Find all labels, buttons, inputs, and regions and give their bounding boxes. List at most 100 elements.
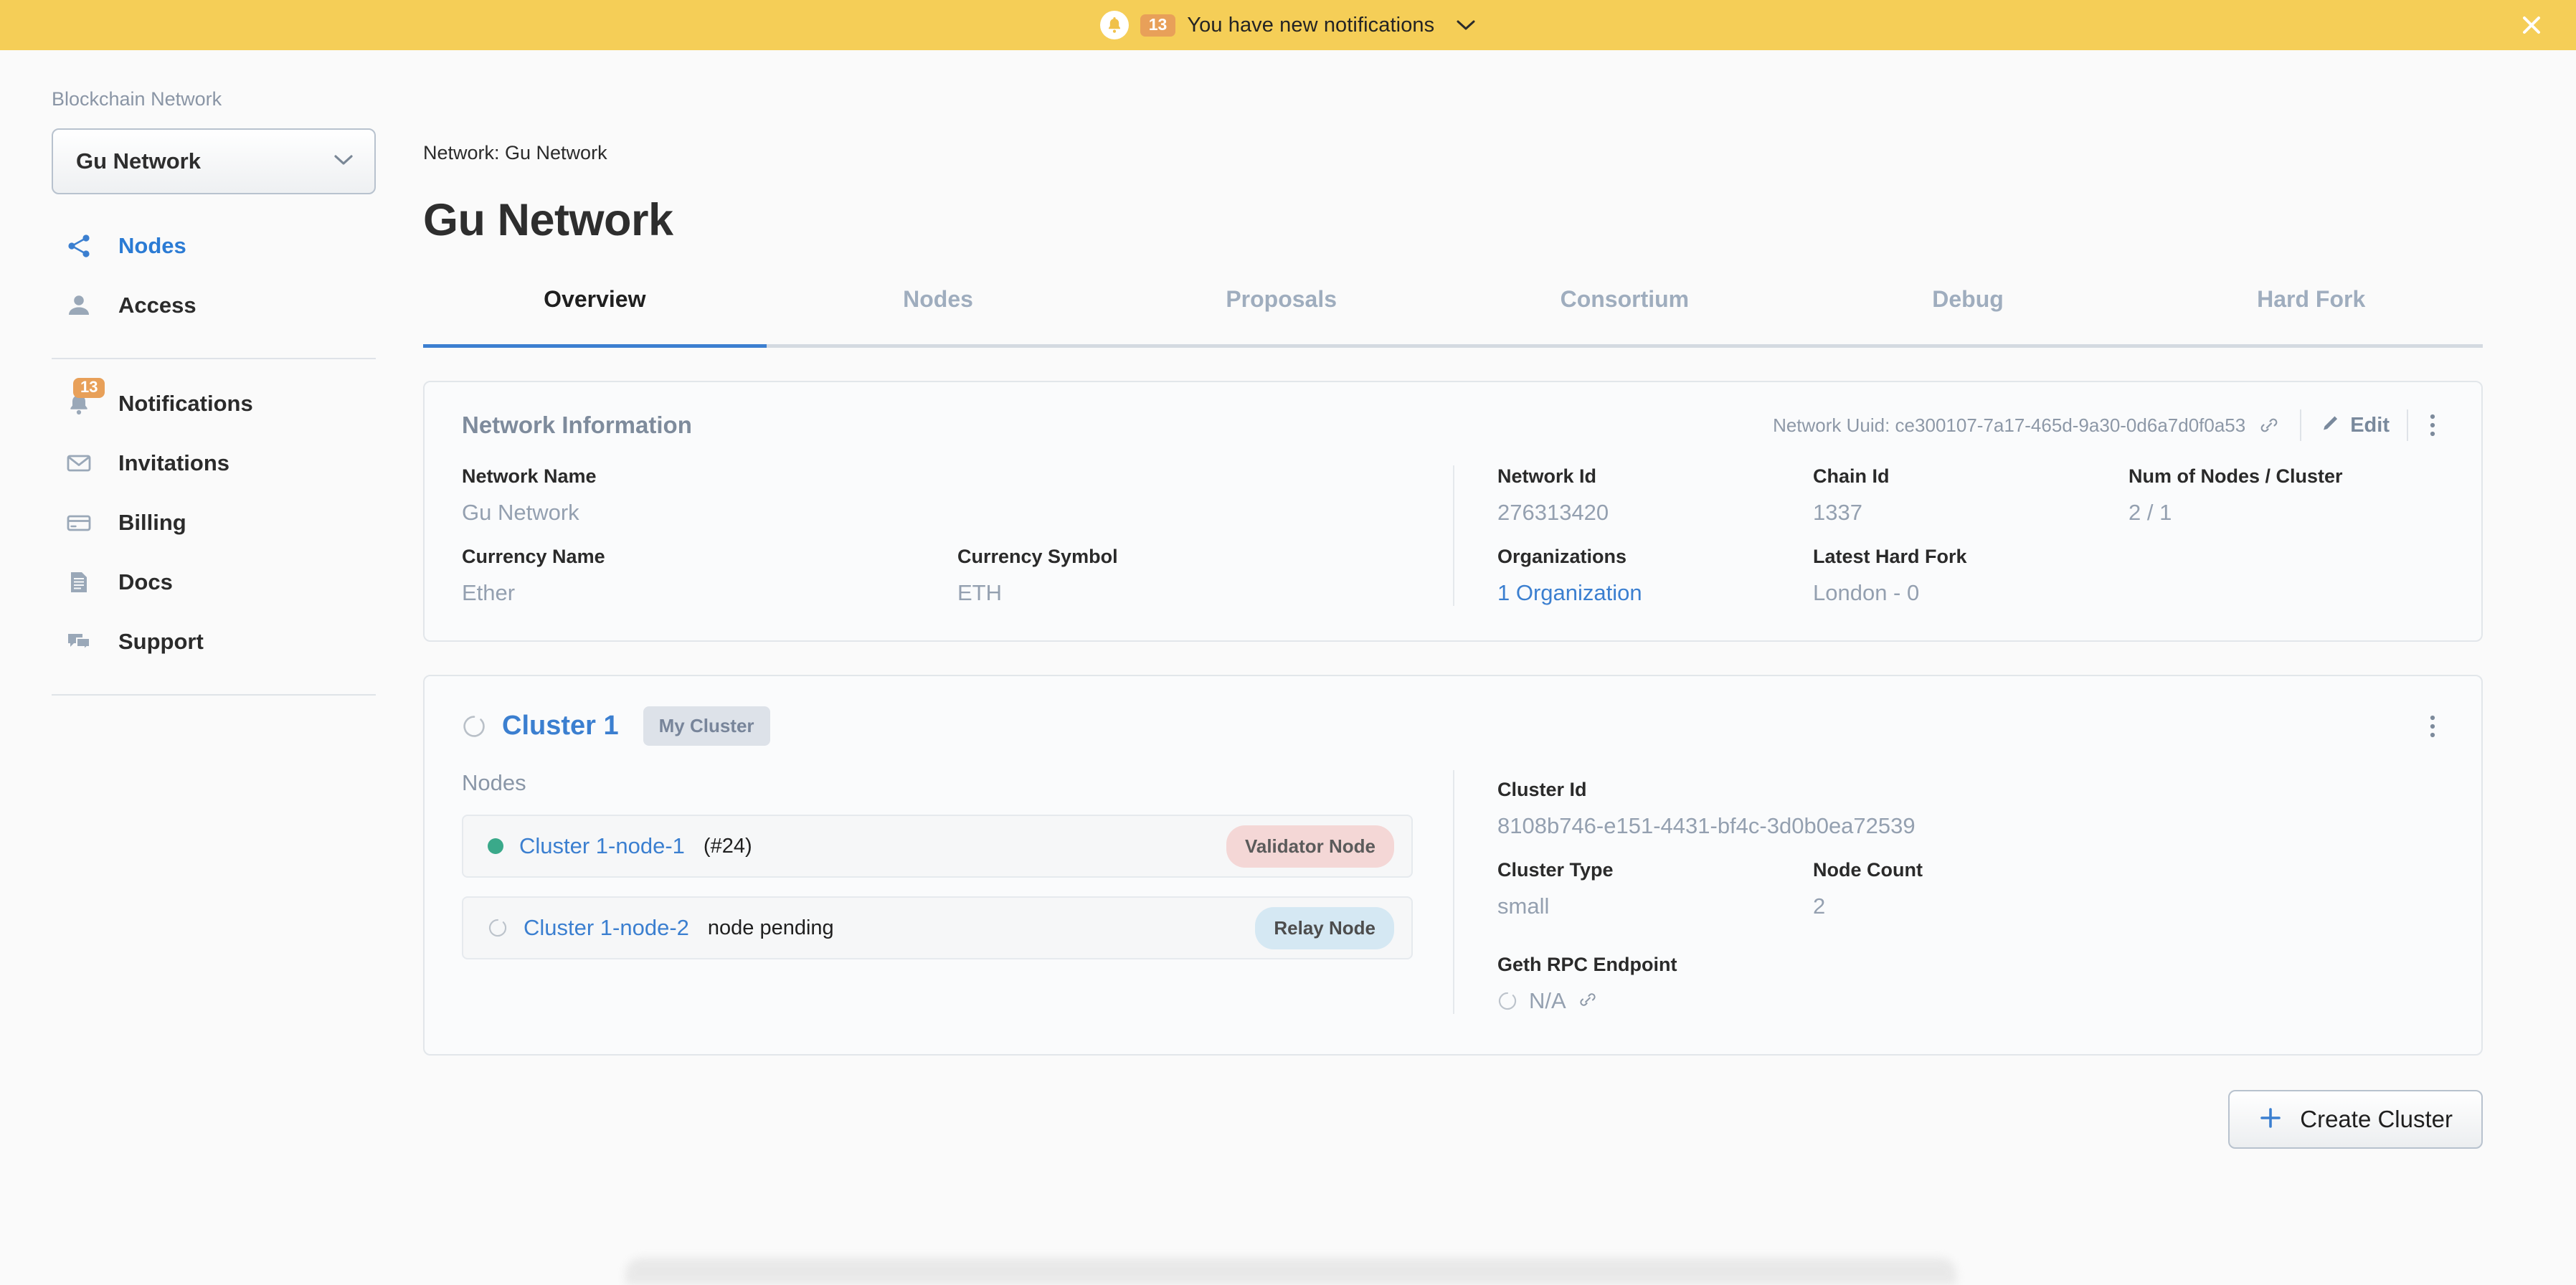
network-information-body: Network Name Gu Network Currency Name Et… (425, 448, 2481, 640)
field-organizations: Organizations 1 Organization (1497, 546, 1813, 606)
divider (2407, 409, 2408, 441)
geth-rpc-value-line: N/A (1497, 988, 2444, 1014)
field-label: Chain Id (1813, 465, 1890, 487)
sidebar-divider-bottom (52, 694, 376, 696)
cluster-name[interactable]: Cluster 1 (502, 711, 619, 741)
network-information-left-column: Network Name Gu Network Currency Name Et… (462, 465, 1453, 606)
sidebar-item-label: Invitations (118, 450, 230, 475)
create-cluster-label: Create Cluster (2300, 1106, 2453, 1132)
breadcrumb: Network: Gu Network (423, 142, 607, 163)
field-label: Num of Nodes / Cluster (2128, 465, 2343, 487)
field-value: 276313420 (1497, 500, 1609, 525)
node-row-left: Cluster 1-node-1 (#24) (488, 833, 752, 859)
notification-count-badge: 13 (1140, 14, 1176, 37)
network-information-title: Network Information (462, 412, 692, 438)
person-icon (62, 291, 96, 320)
tab-nodes[interactable]: Nodes (767, 286, 1110, 344)
link-icon[interactable] (1578, 990, 1598, 1013)
sidebar-item-invitations[interactable]: Invitations (0, 433, 423, 493)
field-label: Geth RPC Endpoint (1497, 954, 1677, 975)
field-geth-rpc-endpoint: Geth RPC Endpoint N/A (1497, 954, 2444, 1014)
sidebar-item-label: Billing (118, 509, 186, 535)
field-network-name: Network Name Gu Network (462, 465, 957, 526)
tab-consortium[interactable]: Consortium (1453, 286, 1796, 344)
node-name[interactable]: Cluster 1-node-1 (519, 833, 685, 859)
credit-card-icon (62, 508, 96, 537)
chevron-down-icon (333, 153, 354, 170)
node-row[interactable]: Cluster 1-node-2 node pending Relay Node (462, 896, 1413, 959)
field-num-nodes-cluster: Num of Nodes / Cluster 2 / 1 (2128, 465, 2444, 526)
edit-button[interactable]: Edit (2309, 413, 2400, 438)
field-label: Currency Symbol (957, 546, 1118, 567)
create-cluster-button[interactable]: Create Cluster (2228, 1090, 2483, 1149)
field-value-link[interactable]: 1 Organization (1497, 580, 1813, 606)
sidebar-item-docs[interactable]: Docs (0, 552, 423, 612)
field-value: ETH (957, 580, 1002, 605)
node-role-badge: Relay Node (1255, 906, 1394, 949)
chevron-down-icon[interactable] (1456, 19, 1476, 32)
field-spacer (2128, 546, 2444, 606)
field-label: Organizations (1497, 546, 1627, 567)
info-row: Network Name Gu Network (462, 465, 1453, 526)
info-row: Cluster Type small Node Count 2 (1497, 859, 2444, 919)
spinner-icon (1497, 991, 1517, 1011)
tab-debug[interactable]: Debug (1796, 286, 2140, 344)
sidebar-item-notifications[interactable]: 13 Notifications (0, 374, 423, 433)
network-information-right-column: Network Id 276313420 Chain Id 1337 Num o… (1453, 465, 2444, 606)
kebab-menu-icon[interactable] (2415, 413, 2450, 437)
cluster-card: Cluster 1 My Cluster Nodes Cluster 1-nod… (423, 675, 2483, 1056)
sidebar-item-support[interactable]: Support (0, 612, 423, 671)
sidebar-section-label: Blockchain Network (52, 88, 222, 110)
bell-icon: 13 (62, 377, 105, 418)
field-value: small (1497, 893, 1550, 919)
tab-hard-fork[interactable]: Hard Fork (2139, 286, 2483, 344)
network-information-actions: Network Uuid: ce300107-7a17-465d-9a30-0d… (1773, 409, 2450, 441)
sidebar-item-nodes[interactable]: Nodes (0, 216, 423, 275)
field-chain-id: Chain Id 1337 (1813, 465, 2128, 526)
field-network-id: Network Id 276313420 (1497, 465, 1813, 526)
sidebar-item-label: Nodes (118, 232, 186, 258)
info-row: Network Id 276313420 Chain Id 1337 Num o… (1497, 465, 2444, 526)
tab-proposals[interactable]: Proposals (1109, 286, 1453, 344)
geth-rpc-value: N/A (1529, 988, 1566, 1013)
tab-overview[interactable]: Overview (423, 286, 767, 344)
sidebar-item-billing[interactable]: Billing (0, 493, 423, 552)
field-value: 2 (1813, 893, 1826, 919)
field-value: Gu Network (462, 500, 579, 525)
field-spacer (2128, 859, 2444, 919)
sidebar-item-access[interactable]: Access (0, 275, 423, 335)
pencil-icon (2319, 413, 2340, 438)
info-row: Organizations 1 Organization Latest Hard… (1497, 546, 2444, 606)
sidebar-item-label: Support (118, 628, 204, 654)
document-icon (62, 568, 96, 597)
network-select[interactable]: Gu Network (52, 128, 376, 194)
link-icon[interactable] (2245, 414, 2293, 436)
tab-active-indicator (423, 344, 767, 348)
bottom-panel-peek (625, 1258, 1956, 1285)
notification-banner-content[interactable]: 13 You have new notifications (1099, 11, 1477, 39)
sidebar-secondary-nav: 13 Notifications Invitations Billing Doc… (0, 374, 423, 671)
info-row: Geth RPC Endpoint N/A (1497, 954, 2444, 1014)
sidebar-item-label: Notifications (118, 390, 253, 416)
tab-bar: Overview Nodes Proposals Consortium Debu… (423, 286, 2483, 344)
spinner-icon (462, 714, 486, 739)
kebab-menu-icon[interactable] (2415, 714, 2450, 739)
close-icon[interactable] (2517, 11, 2546, 39)
node-row[interactable]: Cluster 1-node-1 (#24) Validator Node (462, 815, 1413, 878)
node-name[interactable]: Cluster 1-node-2 (524, 915, 689, 941)
cluster-nodes-column: Nodes Cluster 1-node-1 (#24) Validator N… (462, 770, 1453, 1014)
network-information-header: Network Information Network Uuid: ce3001… (425, 382, 2481, 448)
field-value: Ether (462, 580, 516, 605)
field-label: Currency Name (462, 546, 605, 567)
cluster-chip: My Cluster (643, 706, 770, 746)
sidebar-item-label: Docs (118, 569, 173, 594)
field-latest-hard-fork: Latest Hard Fork London - 0 (1813, 546, 2128, 606)
notification-banner: 13 You have new notifications (0, 0, 2576, 50)
footer-actions: Create Cluster (423, 1090, 2483, 1149)
sidebar-primary-nav: Nodes Access (0, 216, 423, 335)
field-label: Cluster Type (1497, 859, 1614, 881)
sidebar-item-label: Access (118, 292, 196, 318)
sidebar-notification-badge: 13 (73, 377, 105, 398)
page-title: Gu Network (423, 195, 673, 245)
spinner-icon (488, 918, 508, 938)
